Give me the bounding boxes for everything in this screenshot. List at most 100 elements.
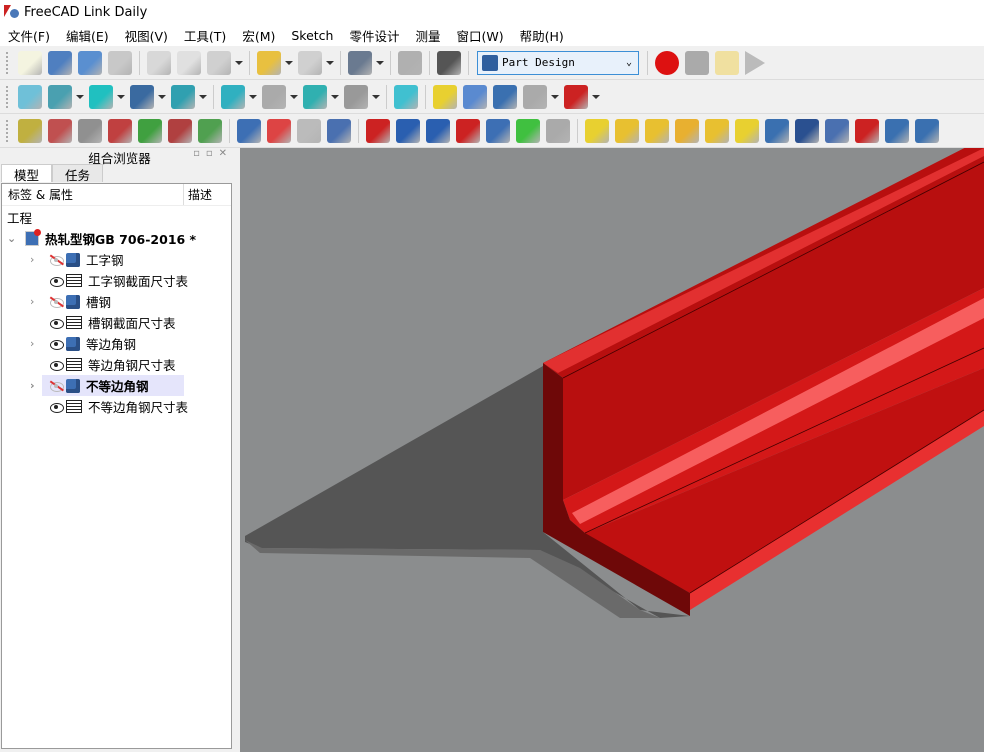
- draw-style-icon[interactable]: [89, 84, 113, 109]
- link-actions-icon[interactable]: [523, 84, 547, 109]
- print-icon[interactable]: [108, 50, 132, 75]
- tree-item[interactable]: 工字钢截面尺寸表: [42, 270, 188, 291]
- menu-2[interactable]: 视图(V): [117, 26, 176, 45]
- expand-chevron-icon[interactable]: ›: [30, 337, 44, 350]
- tree-item[interactable]: 不等边角钢尺寸表: [42, 396, 188, 417]
- box-selection-icon[interactable]: [130, 84, 154, 109]
- clone-icon[interactable]: [546, 118, 570, 143]
- toolbar-grip[interactable]: [6, 119, 9, 142]
- dropdown-arrow-icon[interactable]: [375, 51, 384, 75]
- eye-hidden-icon[interactable]: [50, 296, 64, 308]
- revolution-icon[interactable]: [615, 118, 639, 143]
- dropdown-arrow-icon[interactable]: [198, 85, 207, 109]
- subtractive-pipe-icon[interactable]: [885, 118, 909, 143]
- eye-hidden-icon[interactable]: [50, 254, 64, 266]
- stop-macro-icon[interactable]: [685, 50, 709, 75]
- measure-angular-icon[interactable]: [48, 118, 72, 143]
- dropdown-arrow-icon[interactable]: [116, 85, 125, 109]
- pocket-icon[interactable]: [765, 118, 789, 143]
- open-folder-icon[interactable]: [48, 50, 72, 75]
- menu-3[interactable]: 工具(T): [176, 26, 234, 45]
- additive-loft-icon[interactable]: [645, 118, 669, 143]
- eye-hidden-icon[interactable]: [50, 380, 64, 392]
- dropdown-arrow-icon[interactable]: [330, 85, 339, 109]
- new-file-icon[interactable]: [18, 50, 42, 75]
- datum-plane-icon[interactable]: [426, 118, 450, 143]
- run-macro-icon[interactable]: [745, 50, 765, 75]
- isometric-view-icon[interactable]: [48, 84, 72, 109]
- shape-binder-icon[interactable]: [486, 118, 510, 143]
- cut-icon[interactable]: [147, 50, 171, 75]
- groove-icon[interactable]: [825, 118, 849, 143]
- measure-toggle-3d-icon[interactable]: [168, 118, 192, 143]
- create-body-icon[interactable]: [237, 118, 261, 143]
- toolbar-grip[interactable]: [6, 51, 9, 74]
- additive-primitive-icon[interactable]: [735, 118, 759, 143]
- tree-item[interactable]: 槽钢截面尺寸表: [42, 312, 176, 333]
- menu-7[interactable]: 测量: [408, 26, 449, 45]
- eye-icon[interactable]: [50, 318, 64, 329]
- menu-6[interactable]: 零件设计: [341, 26, 407, 45]
- column-header-label[interactable]: 标签 & 属性: [2, 184, 184, 205]
- expand-chevron-icon[interactable]: ›: [30, 295, 44, 308]
- link-icon[interactable]: [493, 84, 517, 109]
- tree-item[interactable]: › 不等边角钢: [30, 375, 184, 396]
- validate-sketch-icon[interactable]: [297, 118, 321, 143]
- group-icon[interactable]: [463, 84, 487, 109]
- tree-item[interactable]: › 槽钢: [30, 291, 111, 312]
- measure-ruler-icon[interactable]: [394, 84, 418, 109]
- whats-this-icon[interactable]: [437, 50, 461, 75]
- hole-icon[interactable]: [795, 118, 819, 143]
- measure-clear-icon[interactable]: [108, 118, 132, 143]
- menu-0[interactable]: 文件(F): [0, 26, 58, 45]
- eye-icon[interactable]: [50, 276, 64, 287]
- zoom-selection-icon[interactable]: [171, 84, 195, 109]
- measure-toggle-delta-icon[interactable]: [198, 118, 222, 143]
- menu-5[interactable]: Sketch: [283, 28, 341, 43]
- pad-icon[interactable]: [585, 118, 609, 143]
- dropdown-arrow-icon[interactable]: [591, 85, 600, 109]
- measure-refresh-icon[interactable]: [78, 118, 102, 143]
- up-icon[interactable]: [303, 84, 327, 109]
- map-sketch-icon[interactable]: [327, 118, 351, 143]
- measure-toggle-icon[interactable]: [138, 118, 162, 143]
- menu-8[interactable]: 窗口(W): [449, 26, 512, 45]
- create-sketch-icon[interactable]: [267, 118, 291, 143]
- additive-helix-icon[interactable]: [705, 118, 729, 143]
- paste-icon[interactable]: [207, 50, 231, 75]
- dropdown-arrow-icon[interactable]: [550, 85, 559, 109]
- dropdown-arrow-icon[interactable]: [234, 51, 243, 75]
- copy-icon[interactable]: [177, 50, 201, 75]
- model-tree[interactable]: 标签 & 属性 描述 工程 ⌄ 热轧型钢GB 706-2016 * › 工字钢 工字…: [1, 183, 232, 749]
- measure-linear-icon[interactable]: [18, 118, 42, 143]
- dropdown-arrow-icon[interactable]: [325, 51, 334, 75]
- tree-item[interactable]: › 工字钢: [30, 249, 124, 270]
- eye-icon[interactable]: [50, 339, 64, 350]
- tree-item[interactable]: 等边角钢尺寸表: [42, 354, 176, 375]
- dropdown-arrow-icon[interactable]: [248, 85, 257, 109]
- menu-4[interactable]: 宏(M): [234, 26, 283, 45]
- recompute-icon[interactable]: [398, 50, 422, 75]
- expand-chevron-icon[interactable]: ›: [30, 253, 44, 266]
- edit-macro-icon[interactable]: [715, 50, 739, 75]
- subtractive-loft-icon[interactable]: [855, 118, 879, 143]
- panel-window-buttons[interactable]: ▫▫✕: [193, 148, 233, 159]
- toolbar-grip[interactable]: [6, 85, 9, 108]
- dropdown-arrow-icon[interactable]: [284, 51, 293, 75]
- redo-icon[interactable]: [298, 50, 322, 75]
- dropdown-arrow-icon[interactable]: [371, 85, 380, 109]
- datum-line-icon[interactable]: [396, 118, 420, 143]
- subtractive-helix-icon[interactable]: [915, 118, 939, 143]
- additive-pipe-icon[interactable]: [675, 118, 699, 143]
- tree-document[interactable]: ⌄ 热轧型钢GB 706-2016 *: [7, 228, 196, 249]
- tree-item[interactable]: › 等边角钢: [30, 333, 136, 354]
- part-icon[interactable]: [433, 84, 457, 109]
- std-views-icon[interactable]: [344, 84, 368, 109]
- tab-model[interactable]: 模型: [1, 164, 53, 183]
- menu-1[interactable]: 编辑(E): [58, 26, 117, 45]
- undo-icon[interactable]: [257, 50, 281, 75]
- dropdown-arrow-icon[interactable]: [289, 85, 298, 109]
- subshape-binder-icon[interactable]: [516, 118, 540, 143]
- collapse-chevron-icon[interactable]: ⌄: [7, 232, 21, 245]
- datum-point-icon[interactable]: [366, 118, 390, 143]
